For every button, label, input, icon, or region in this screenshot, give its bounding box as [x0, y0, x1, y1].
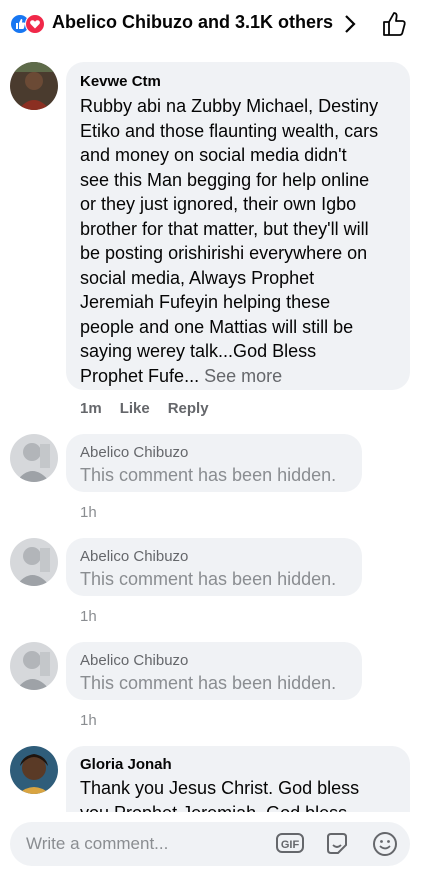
- comment-author[interactable]: Abelico Chibuzo: [80, 444, 188, 461]
- comment-time: 1h: [80, 712, 97, 729]
- thumbs-up-icon[interactable]: [380, 10, 408, 38]
- gif-icon[interactable]: GIF: [276, 833, 304, 853]
- hidden-comment-text: This comment has been hidden.: [80, 465, 337, 485]
- comment-line: social media, Always Prophet: [80, 267, 315, 288]
- comment-author[interactable]: Abelico Chibuzo: [80, 548, 188, 565]
- comment-line: Thank you Jesus Christ. God bless: [80, 778, 360, 798]
- comment-text: Rubby abi na Zubby Michael, Destiny Etik…: [80, 94, 404, 388]
- comment-author[interactable]: Abelico Chibuzo: [80, 652, 188, 669]
- comment-time: 1h: [80, 504, 97, 521]
- comment-bubble: Abelico Chibuzo This comment has been hi…: [66, 642, 362, 700]
- comment-line: brother for that matter, but they'll wil…: [80, 218, 369, 239]
- emoji-icon[interactable]: [372, 831, 398, 857]
- avatar[interactable]: [10, 746, 58, 794]
- comment-line: people and one Mattias will still be: [80, 316, 354, 337]
- reply-button[interactable]: Reply: [168, 400, 209, 417]
- comment-actions: 1m Like Reply: [80, 400, 227, 417]
- like-button[interactable]: Like: [120, 400, 150, 417]
- comment-author[interactable]: Kevwe Ctm: [80, 73, 161, 90]
- comment-line: Jeremiah Fufeyin helping these: [80, 292, 331, 312]
- comment-line: and money on social media didn't: [80, 145, 347, 165]
- sticker-icon[interactable]: [324, 831, 350, 857]
- comment-time: 1h: [80, 608, 97, 625]
- comment-composer[interactable]: Write a comment... GIF: [10, 822, 410, 866]
- comment-last-line: Prophet Fufe...: [80, 365, 200, 386]
- love-reaction-icon: [25, 14, 45, 34]
- see-more-link[interactable]: See more: [204, 366, 282, 386]
- comment-line: Etiko and those flaunting wealth, cars: [80, 120, 379, 141]
- comment-line: you Prophet Jeremiah. God bless: [80, 801, 347, 812]
- comment-bubble: Kevwe Ctm Rubby abi na Zubby Michael, De…: [66, 62, 410, 390]
- chevron-right-icon[interactable]: [343, 13, 357, 35]
- hidden-comment-text: This comment has been hidden.: [80, 673, 337, 693]
- reaction-icons[interactable]: [10, 14, 50, 34]
- avatar[interactable]: [10, 538, 58, 586]
- reaction-summary-link[interactable]: Abelico Chibuzo and 3.1K others: [52, 12, 333, 33]
- comment-input[interactable]: Write a comment...: [26, 834, 168, 854]
- comment-line: or they just ignored, their own Igbo: [80, 194, 357, 214]
- reactions-header: Abelico Chibuzo and 3.1K others: [0, 0, 421, 50]
- comment-bubble: Abelico Chibuzo This comment has been hi…: [66, 434, 362, 492]
- comment-line: be posting orishirishi everywhere on: [80, 243, 368, 263]
- comment-line: saying werey talk...God Bless: [80, 341, 317, 361]
- hidden-comment-text: This comment has been hidden.: [80, 569, 337, 589]
- comment-line: Prophet Fufe... See more: [80, 364, 404, 389]
- avatar[interactable]: [10, 434, 58, 482]
- comment-bubble: Gloria Jonah Thank you Jesus Christ. God…: [66, 746, 410, 812]
- comment-bubble: Abelico Chibuzo This comment has been hi…: [66, 538, 362, 596]
- avatar[interactable]: [10, 62, 58, 110]
- avatar[interactable]: [10, 642, 58, 690]
- comment-time: 1m: [80, 400, 102, 417]
- comment-line: Rubby abi na Zubby Michael, Destiny: [80, 96, 379, 116]
- comment-author[interactable]: Gloria Jonah: [80, 756, 172, 773]
- comment-line: see this Man begging for help online: [80, 169, 370, 190]
